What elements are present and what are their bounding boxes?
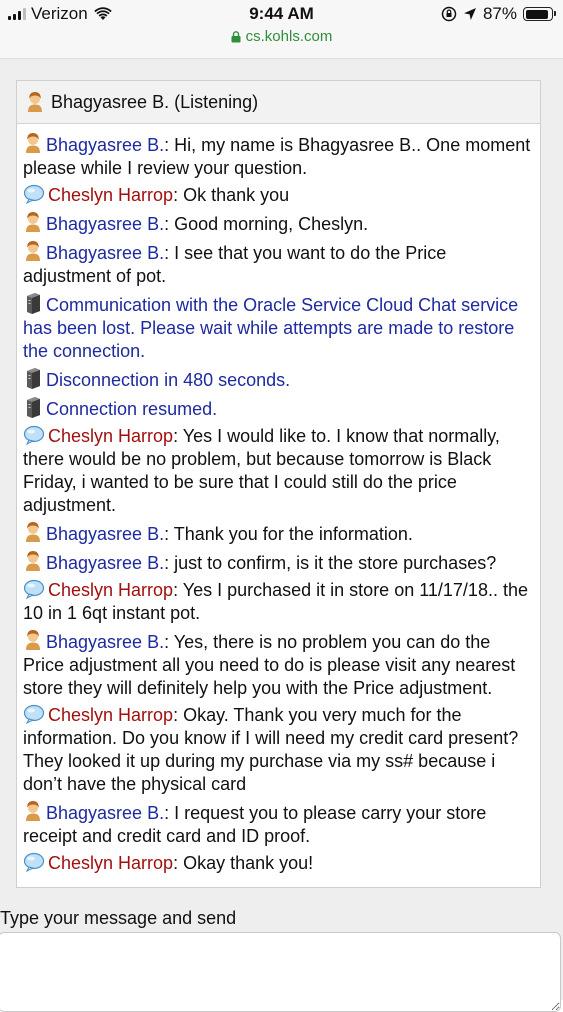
sender-name: Bhagyasree B. bbox=[46, 135, 165, 155]
address-bar[interactable]: cs.kohls.com bbox=[0, 28, 563, 45]
system-message-text: Connection resumed. bbox=[46, 399, 218, 419]
customer-chat-bubble-icon bbox=[23, 579, 45, 599]
server-icon bbox=[27, 368, 40, 389]
server-icon bbox=[27, 293, 40, 314]
sender-name: Cheslyn Harrop bbox=[48, 853, 174, 873]
agent-avatar-icon bbox=[26, 630, 40, 650]
chat-transcript[interactable]: Bhagyasree B.: Hi, my name is Bhagyasree… bbox=[17, 124, 540, 875]
system-message-text: Disconnection in 480 seconds. bbox=[46, 370, 291, 390]
system-message: Disconnection in 480 seconds. bbox=[23, 367, 534, 392]
sender-name: Cheslyn Harrop bbox=[48, 426, 174, 446]
sender-name: Cheslyn Harrop bbox=[48, 705, 174, 725]
agent-avatar-icon bbox=[26, 241, 40, 261]
chat-message: Bhagyasree B.: I see that you want to do… bbox=[23, 240, 534, 288]
system-message-text: Communication with the Oracle Service Cl… bbox=[23, 295, 519, 361]
status-bar: Verizon 9:44 AM 87% cs.kohls.com bbox=[0, 0, 563, 59]
chat-message: Cheslyn Harrop: Okay thank you! bbox=[23, 852, 534, 875]
sender-name: Bhagyasree B. bbox=[46, 803, 165, 823]
customer-chat-bubble-icon bbox=[23, 425, 45, 445]
rotation-lock-icon bbox=[441, 6, 457, 22]
agent-avatar-icon bbox=[26, 801, 40, 821]
message-text: : Okay thank you! bbox=[173, 853, 314, 873]
sender-name: Bhagyasree B. bbox=[46, 632, 165, 652]
battery-percentage: 87% bbox=[482, 4, 517, 23]
agent-avatar-icon bbox=[26, 522, 40, 542]
chat-header: Bhagyasree B. (Listening) bbox=[17, 81, 540, 124]
customer-chat-bubble-icon bbox=[23, 852, 45, 872]
server-icon bbox=[27, 397, 40, 418]
chat-panel: Bhagyasree B. (Listening) Bhagyasree B.:… bbox=[16, 80, 541, 888]
chat-message: Cheslyn Harrop: Yes I would like to. I k… bbox=[23, 425, 534, 517]
sender-name: Cheslyn Harrop bbox=[48, 185, 174, 205]
agent-avatar-icon bbox=[26, 551, 40, 571]
secure-lock-icon bbox=[231, 30, 241, 42]
url-text: cs.kohls.com bbox=[245, 28, 333, 45]
sender-name: Bhagyasree B. bbox=[46, 524, 165, 544]
message-input[interactable] bbox=[0, 932, 561, 1012]
sender-name: Cheslyn Harrop bbox=[48, 580, 174, 600]
chat-message: Bhagyasree B.: Hi, my name is Bhagyasree… bbox=[23, 132, 534, 180]
battery-icon bbox=[523, 7, 556, 21]
message-text: : Thank you for the information. bbox=[164, 524, 413, 544]
system-message: Connection resumed. bbox=[23, 396, 534, 421]
message-text: : Good morning, Cheslyn. bbox=[164, 214, 369, 234]
chat-message: Bhagyasree B.: Yes, there is no problem … bbox=[23, 629, 534, 700]
compose-label: Type your message and send bbox=[0, 908, 237, 928]
chat-message: Bhagyasree B.: I request you to please c… bbox=[23, 800, 534, 848]
sender-name: Bhagyasree B. bbox=[46, 553, 165, 573]
chat-message: Bhagyasree B.: just to confirm, is it th… bbox=[23, 550, 534, 575]
sender-name: Bhagyasree B. bbox=[46, 243, 165, 263]
agent-avatar-icon bbox=[28, 92, 42, 112]
chat-message: Cheslyn Harrop: Yes I purchased it in st… bbox=[23, 579, 534, 625]
agent-avatar-icon bbox=[26, 133, 40, 153]
agent-avatar-icon bbox=[26, 212, 40, 232]
location-arrow-icon bbox=[463, 8, 476, 20]
chat-message: Bhagyasree B.: Thank you for the informa… bbox=[23, 521, 534, 546]
message-text: : Ok thank you bbox=[173, 185, 290, 205]
message-text: : just to confirm, is it the store purch… bbox=[164, 553, 497, 573]
customer-chat-bubble-icon bbox=[23, 184, 45, 204]
chat-message: Cheslyn Harrop: Ok thank you bbox=[23, 184, 534, 207]
sender-name: Bhagyasree B. bbox=[46, 214, 165, 234]
status-icons: 87% bbox=[441, 4, 556, 24]
chat-title: Bhagyasree B. (Listening) bbox=[51, 91, 259, 112]
system-message: Communication with the Oracle Service Cl… bbox=[23, 292, 534, 363]
chat-message: Bhagyasree B.: Good morning, Cheslyn. bbox=[23, 211, 534, 236]
chat-message: Cheslyn Harrop: Okay. Thank you very muc… bbox=[23, 704, 534, 796]
customer-chat-bubble-icon bbox=[23, 704, 45, 724]
